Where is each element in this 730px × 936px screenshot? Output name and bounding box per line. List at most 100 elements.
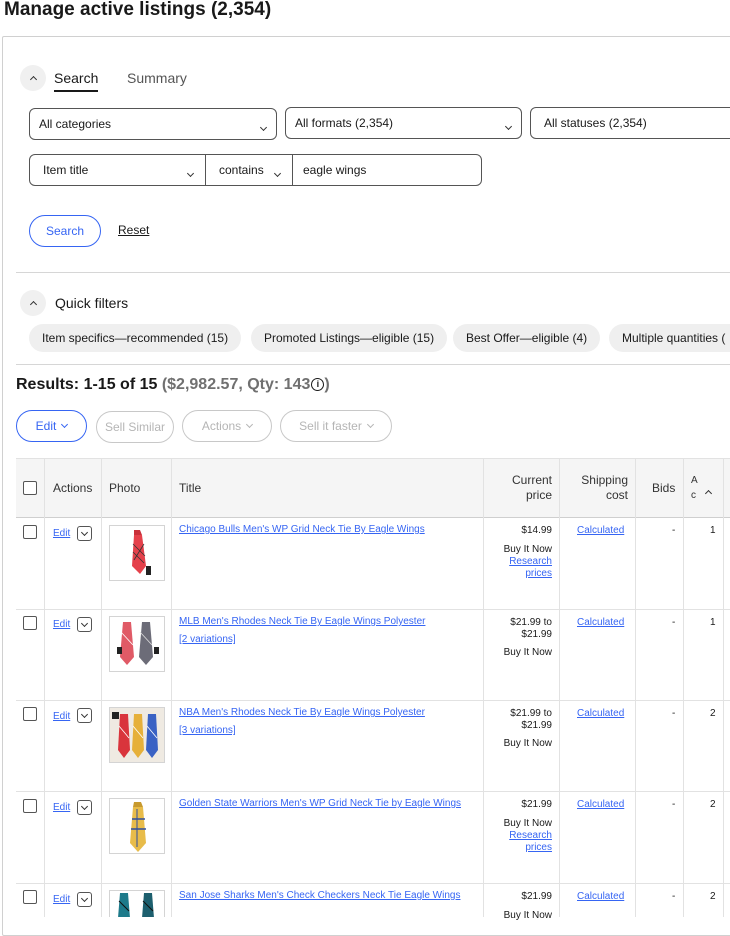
research-prices-link[interactable]: prices bbox=[482, 568, 552, 580]
item-title-link[interactable]: NBA Men's Rhodes Neck Tie By Eagle Wings… bbox=[179, 704, 425, 722]
current-price: $21.99 bbox=[521, 891, 552, 902]
header-avail-line: c bbox=[691, 490, 696, 501]
quick-filter-chip[interactable]: Promoted Listings—eligible (15) bbox=[251, 324, 448, 352]
sell-similar-button[interactable]: Sell Similar bbox=[96, 411, 174, 443]
research-prices-link[interactable]: Research bbox=[482, 556, 552, 568]
collapse-quick-filters-button[interactable] bbox=[20, 290, 46, 316]
header-bids[interactable]: Bids bbox=[652, 481, 675, 495]
row-actions-dropdown[interactable] bbox=[77, 617, 92, 632]
column-divider bbox=[635, 458, 636, 917]
shipping-cost-link[interactable]: Calculated bbox=[577, 708, 624, 719]
quick-filter-chip[interactable]: Multiple quantities ( bbox=[609, 324, 730, 352]
item-title-link[interactable]: Golden State Warriors Men's WP Grid Neck… bbox=[179, 795, 461, 813]
field-select-value: Item title bbox=[43, 163, 89, 177]
info-icon[interactable]: i bbox=[311, 378, 325, 391]
tie-image bbox=[118, 893, 154, 917]
row-actions-dropdown[interactable] bbox=[77, 892, 92, 907]
chevron-down-icon bbox=[366, 420, 374, 429]
tab-summary[interactable]: Summary bbox=[127, 70, 187, 86]
shipping-cost-link[interactable]: Calculated bbox=[577, 891, 624, 902]
variations-link[interactable]: [3 variations] bbox=[179, 722, 236, 740]
sell-faster-button-label: Sell it faster bbox=[299, 419, 362, 433]
price-cell: $21.99 to $21.99 Buy It Now bbox=[482, 708, 552, 750]
status-select[interactable]: All statuses (2,354) bbox=[530, 107, 730, 139]
item-photo[interactable] bbox=[109, 525, 165, 581]
available-qty: 2 bbox=[710, 891, 716, 902]
row-divider bbox=[16, 700, 730, 701]
format-select[interactable]: All formats (2,354) bbox=[285, 107, 522, 139]
query-input[interactable]: eagle wings bbox=[292, 154, 482, 186]
section-divider bbox=[16, 272, 730, 273]
variations-link[interactable]: [2 variations] bbox=[179, 631, 236, 649]
row-edit-link[interactable]: Edit bbox=[53, 894, 70, 905]
tab-search[interactable]: Search bbox=[54, 70, 99, 92]
item-title-link[interactable]: Chicago Bulls Men's WP Grid Neck Tie By … bbox=[179, 521, 425, 539]
select-all-checkbox[interactable] bbox=[23, 481, 37, 495]
shipping-cost-link[interactable]: Calculated bbox=[577, 799, 624, 810]
row-actions-dropdown[interactable] bbox=[77, 708, 92, 723]
chevron-up-icon bbox=[29, 300, 37, 309]
bids-count: - bbox=[672, 617, 676, 628]
header-shipping-cost[interactable]: Shipping cost bbox=[565, 473, 628, 503]
chevron-down-icon bbox=[186, 169, 195, 178]
row-checkbox[interactable] bbox=[23, 890, 37, 904]
results-close-paren: ) bbox=[324, 376, 330, 393]
chevron-down-icon bbox=[80, 619, 89, 627]
collapse-search-button[interactable] bbox=[20, 65, 46, 91]
research-prices-link[interactable]: Research bbox=[482, 830, 552, 842]
tie-image bbox=[110, 708, 164, 762]
item-photo[interactable] bbox=[109, 707, 165, 763]
shipping-cost-link[interactable]: Calculated bbox=[577, 617, 624, 628]
shipping-cost-link[interactable]: Calculated bbox=[577, 525, 624, 536]
operator-select[interactable]: contains bbox=[205, 154, 293, 186]
field-select[interactable]: Item title bbox=[29, 154, 206, 186]
price-cell: $21.99 to $21.99 Buy It Now bbox=[482, 617, 552, 659]
row-edit-link[interactable]: Edit bbox=[53, 802, 70, 813]
item-photo[interactable] bbox=[109, 890, 165, 917]
quick-filter-chip[interactable]: Best Offer—eligible (4) bbox=[453, 324, 601, 352]
actions-button-label: Actions bbox=[201, 419, 242, 433]
results-totals: ($2,982.57, Qty: 143 bbox=[161, 376, 311, 393]
bids-count: - bbox=[672, 799, 676, 810]
row-checkbox[interactable] bbox=[23, 616, 37, 630]
chevron-down-icon bbox=[80, 894, 89, 902]
reset-link[interactable]: Reset bbox=[118, 223, 149, 237]
edit-button[interactable]: Edit bbox=[16, 410, 87, 442]
section-divider bbox=[16, 364, 730, 365]
current-price: $14.99 bbox=[521, 525, 552, 536]
header-current-price[interactable]: Current price bbox=[490, 473, 552, 503]
row-edit-link[interactable]: Edit bbox=[53, 711, 70, 722]
row-checkbox[interactable] bbox=[23, 707, 37, 721]
row-divider bbox=[16, 883, 730, 884]
sell-faster-button[interactable]: Sell it faster bbox=[280, 410, 392, 442]
row-actions-dropdown[interactable] bbox=[77, 526, 92, 541]
item-title-link[interactable]: San Jose Sharks Men's Check Checkers Nec… bbox=[179, 887, 460, 905]
format-select-value: All formats (2,354) bbox=[295, 116, 394, 130]
row-edit-link[interactable]: Edit bbox=[53, 528, 70, 539]
category-select[interactable]: All categories bbox=[29, 108, 277, 140]
search-button[interactable]: Search bbox=[29, 215, 101, 247]
row-checkbox[interactable] bbox=[23, 525, 37, 539]
available-qty: 1 bbox=[710, 525, 716, 536]
listing-format: Buy It Now bbox=[503, 738, 552, 749]
row-divider bbox=[16, 791, 730, 792]
item-title-link[interactable]: MLB Men's Rhodes Neck Tie By Eagle Wings… bbox=[179, 613, 425, 631]
row-actions-dropdown[interactable] bbox=[77, 800, 92, 815]
chevron-down-icon bbox=[61, 420, 69, 429]
column-divider bbox=[44, 458, 45, 917]
chevron-down-icon bbox=[259, 123, 268, 132]
row-checkbox[interactable] bbox=[23, 799, 37, 813]
item-photo[interactable] bbox=[109, 798, 165, 854]
column-divider bbox=[559, 458, 560, 917]
quick-filter-chip[interactable]: Item specifics—recommended (15) bbox=[29, 324, 242, 352]
row-edit-link[interactable]: Edit bbox=[53, 619, 70, 630]
actions-button[interactable]: Actions bbox=[182, 410, 272, 442]
research-prices-link[interactable]: prices bbox=[482, 842, 552, 854]
item-photo[interactable] bbox=[109, 616, 165, 672]
operator-select-value: contains bbox=[219, 163, 264, 177]
header-price-line: price bbox=[525, 488, 552, 502]
header-available[interactable]: A c bbox=[691, 473, 698, 503]
listing-format: Buy It Now bbox=[503, 647, 552, 658]
header-ship-line: Shipping bbox=[581, 473, 628, 487]
header-title[interactable]: Title bbox=[179, 481, 201, 495]
